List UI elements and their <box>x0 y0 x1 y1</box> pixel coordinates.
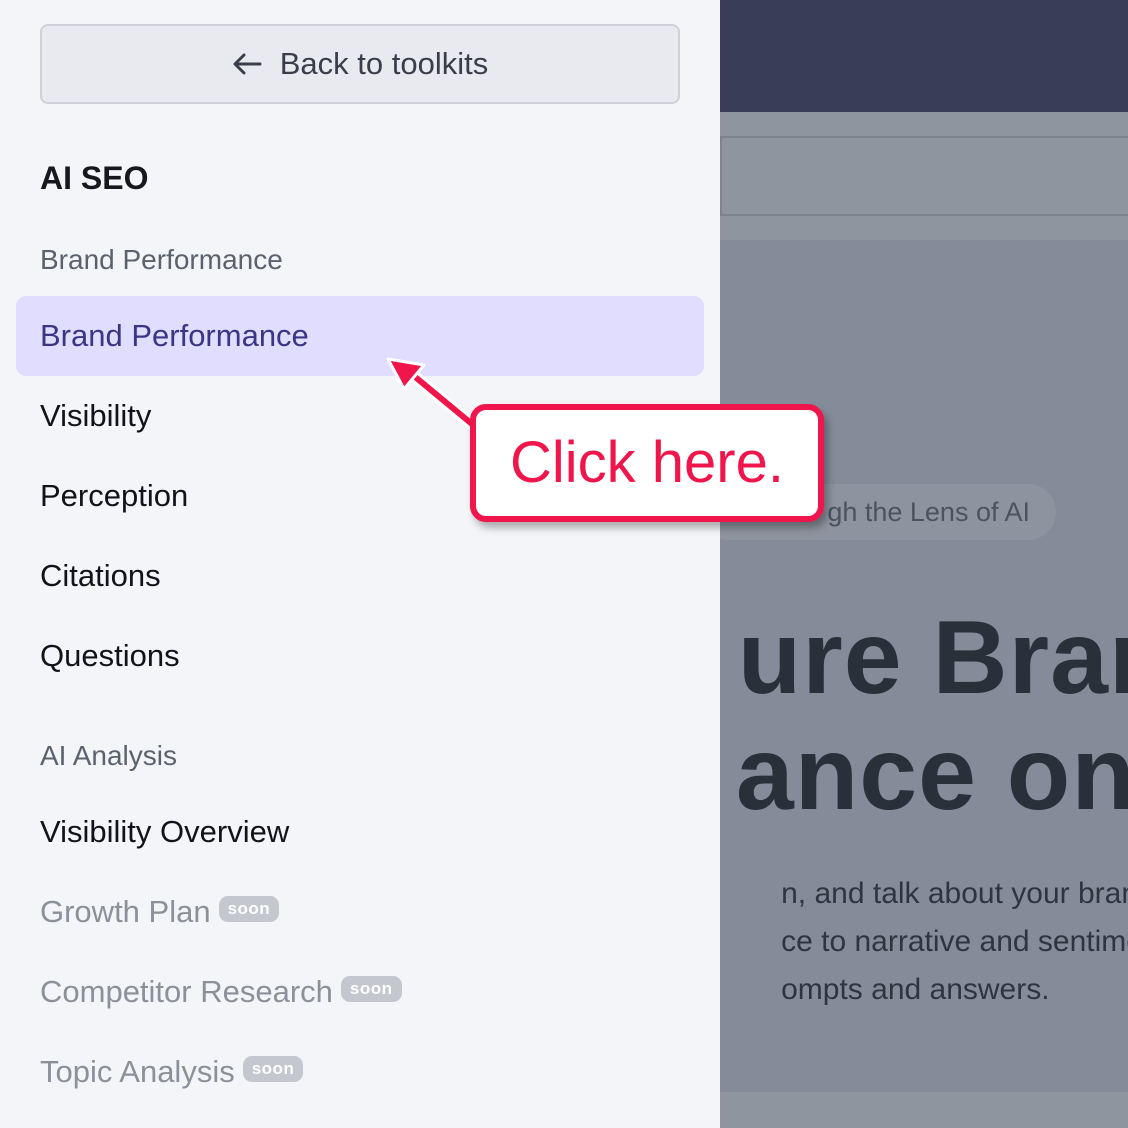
sidebar-item-label: Questions <box>40 638 180 673</box>
arrow-left-icon <box>233 53 262 75</box>
sidebar-item-growth-plan: Growth Plan soon <box>40 894 280 930</box>
hero-heading: ure Brand ance on A <box>736 600 1128 832</box>
hero-heading-line: ure Brand <box>737 600 1128 716</box>
group-label-ai-analysis: AI Analysis <box>40 740 177 771</box>
hero-description-line: n, and talk about your brand <box>781 877 1128 910</box>
sidebar-item-label: Brand Performance <box>40 318 309 353</box>
back-to-toolkits-button[interactable]: Back to toolkits <box>40 24 680 104</box>
background-page: gh the Lens of AI ure Brand ance on A n,… <box>720 0 1128 1128</box>
sidebar-item-label: Citations <box>40 558 161 593</box>
hero-description-line: ompts and answers. <box>781 973 1050 1006</box>
back-button-label: Back to toolkits <box>279 46 489 81</box>
sidebar-item-topic-analysis: Topic Analysis soon <box>40 1054 304 1090</box>
group-label-brand-performance: Brand Performance <box>40 244 283 275</box>
soon-badge: soon <box>242 1056 304 1082</box>
sidebar-item-label: Perception <box>40 478 189 513</box>
sidebar-item-competitor-research: Competitor Research soon <box>40 974 402 1010</box>
sidebar-item-label: Visibility <box>40 398 152 433</box>
hero-heading-line: ance on A <box>735 716 1128 832</box>
soon-badge: soon <box>218 896 280 922</box>
sidebar-item-perception[interactable]: Perception <box>40 478 188 514</box>
sidebar-item-brand-performance[interactable]: Brand Performance <box>16 296 704 376</box>
sidebar-item-citations[interactable]: Citations <box>40 558 161 594</box>
hero-description: n, and talk about your brand ce to narra… <box>781 870 1128 1014</box>
sidebar-item-label: Topic Analysis <box>40 1054 235 1089</box>
sidebar-item-visibility[interactable]: Visibility <box>40 398 151 434</box>
background-top-bar <box>720 0 1128 112</box>
sidebar-item-visibility-overview[interactable]: Visibility Overview <box>40 814 289 850</box>
toolkit-title: AI SEO <box>40 160 149 196</box>
sidebar-item-questions[interactable]: Questions <box>40 638 180 674</box>
sidebar-item-label: Competitor Research <box>40 974 333 1009</box>
hero-description-line: ce to narrative and sentiment <box>781 925 1128 958</box>
sidebar-item-label: Visibility Overview <box>40 814 290 849</box>
background-toolbar-strip <box>720 112 1128 240</box>
sidebar-menu: Back to toolkits AI SEO Brand Performanc… <box>0 0 720 1128</box>
annotation-callout: Click here. <box>470 404 824 522</box>
soon-badge: soon <box>340 976 402 1002</box>
sidebar-item-label: Growth Plan <box>40 894 211 929</box>
background-footer <box>720 1092 1128 1128</box>
annotation-text: Click here. <box>510 430 784 495</box>
